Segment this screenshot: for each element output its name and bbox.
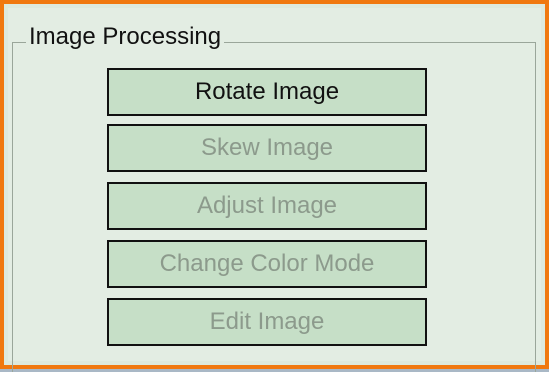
change-color-mode-button[interactable]: Change Color Mode	[107, 240, 427, 288]
groupbox-border-corner	[12, 42, 26, 43]
groupbox-title: Image Processing	[26, 23, 225, 51]
edit-image-button[interactable]: Edit Image	[107, 298, 427, 346]
rotate-image-button[interactable]: Rotate Image	[107, 68, 427, 116]
adjust-image-button[interactable]: Adjust Image	[107, 182, 427, 230]
skew-image-button[interactable]: Skew Image	[107, 124, 427, 172]
